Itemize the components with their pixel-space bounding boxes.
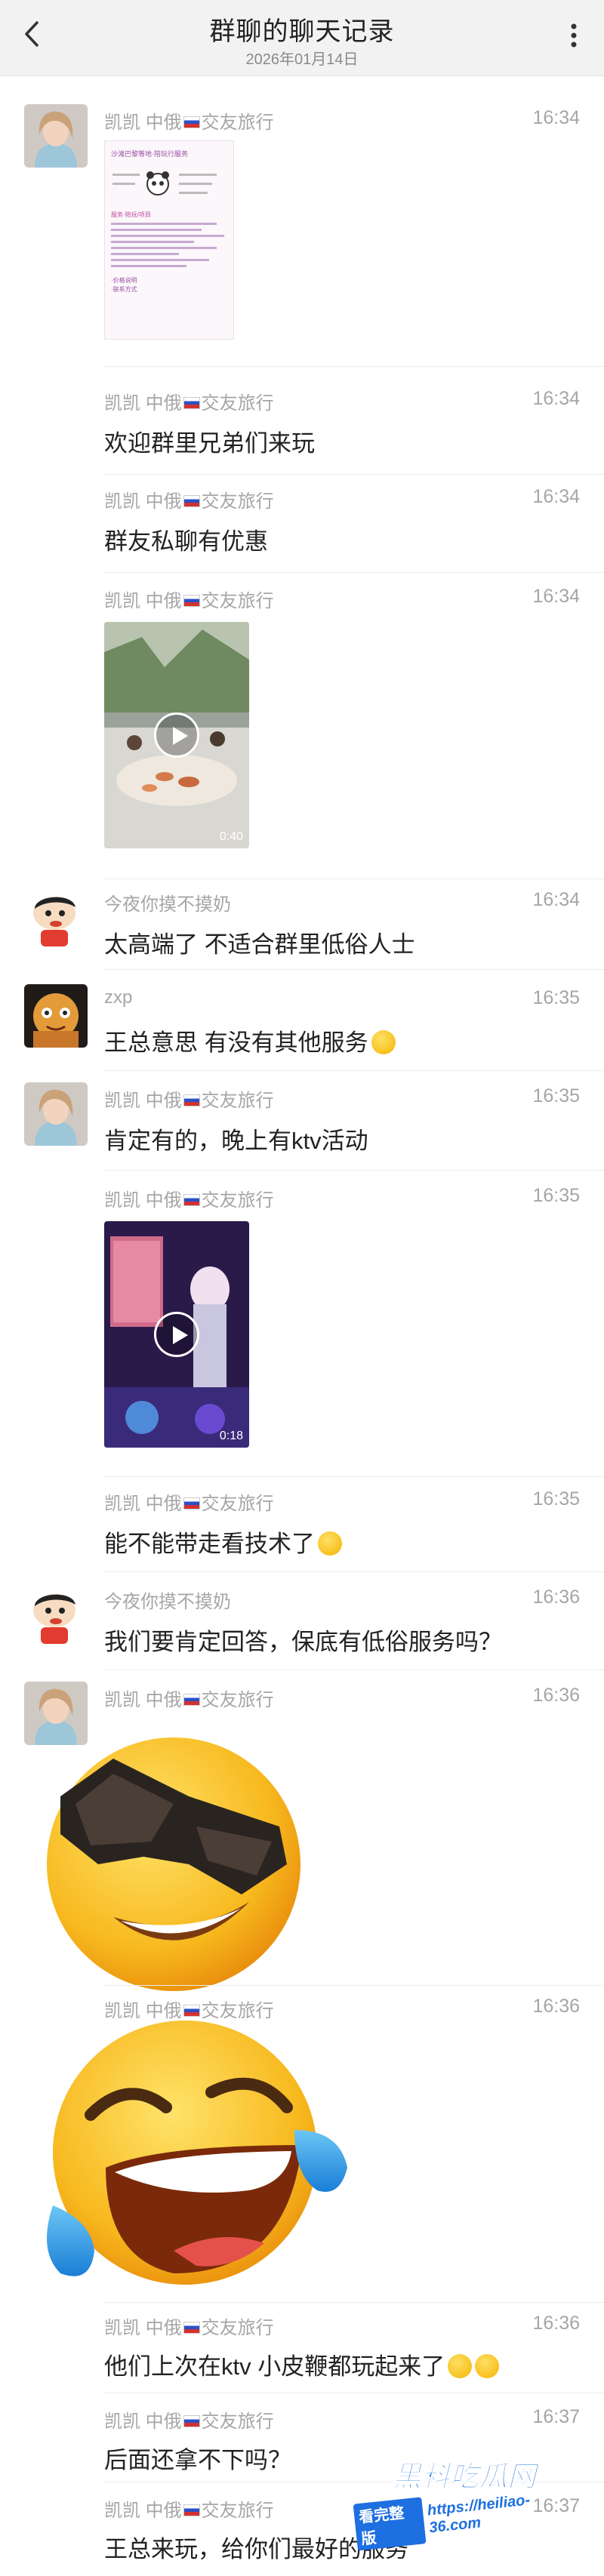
grin-emoji-icon	[475, 2353, 500, 2378]
avatar-zxp[interactable]	[24, 984, 88, 1048]
play-icon[interactable]	[154, 1312, 199, 1357]
russia-flag-icon	[183, 1193, 200, 1206]
poster-line: ·价格说明	[111, 277, 137, 284]
russia-flag-icon	[183, 2504, 200, 2516]
play-icon[interactable]	[154, 712, 199, 758]
top-bar: 群聊的聊天记录 2026年01月14日	[0, 0, 604, 76]
avatar-kaikai[interactable]	[24, 1082, 88, 1146]
thinking-emoji-icon	[371, 1029, 396, 1054]
divider	[104, 572, 604, 573]
message-time: 16:36	[532, 2313, 580, 2334]
grin-emoji-icon	[448, 2353, 473, 2378]
message-time: 16:36	[532, 1996, 580, 2017]
divider	[104, 1170, 604, 1171]
video-duration: 0:18	[219, 1430, 243, 1442]
divider	[104, 1571, 604, 1572]
video-thumbnail[interactable]: 0:40	[104, 622, 249, 848]
more-options-icon[interactable]	[559, 17, 589, 54]
divider	[104, 969, 604, 970]
message-time: 16:36	[532, 1685, 580, 1706]
message-time: 16:37	[532, 2406, 580, 2427]
sender-name: 凯凯 中俄 交友旅行	[104, 2411, 274, 2432]
message-time: 16:34	[532, 486, 580, 507]
russia-flag-icon	[183, 115, 200, 128]
sender-name: 今夜你摸不摸奶	[104, 894, 231, 915]
message-text: 太高端了 不适合群里低俗人士	[104, 931, 415, 958]
thinking-emoji-icon	[318, 1531, 342, 1556]
divider	[104, 1476, 604, 1477]
site-watermark: 黑料吃瓜网 看完整版 https://heiliao-36.com	[347, 2453, 581, 2551]
russia-flag-icon	[183, 2321, 200, 2334]
poster-line: 服务·陪玩/项目	[111, 211, 151, 218]
message-text: 能不能带走看技术了	[104, 1525, 342, 1559]
message-text: 欢迎群里兄弟们来玩	[104, 430, 315, 457]
russia-flag-icon	[183, 1693, 200, 1706]
sender-name: 凯凯 中俄 交友旅行	[104, 1494, 274, 1514]
sender-name: 凯凯 中俄 交友旅行	[104, 1190, 274, 1211]
message-text: 他们上次在ktv 小皮鞭都玩起来了	[104, 2347, 500, 2381]
sender-name: 凯凯 中俄 交友旅行	[104, 1091, 274, 1111]
russia-flag-icon	[183, 2414, 200, 2427]
message-text: 后面还拿不下吗？	[104, 2447, 291, 2473]
avatar-crayon-shin-chan[interactable]	[24, 1583, 88, 1647]
sender-name: zxp	[104, 987, 133, 1008]
laughing-tears-emoji-sticker[interactable]	[23, 2002, 355, 2304]
sender-name: 凯凯 中俄 交友旅行	[104, 112, 274, 133]
russia-flag-icon	[183, 494, 200, 507]
message-time: 16:34	[532, 889, 580, 910]
watermark-sub: 看完整版	[353, 2497, 427, 2551]
poster-title: 沙滩巴黎等地·陪玩行服务	[111, 150, 188, 158]
sender-name: 今夜你摸不摸奶	[104, 1592, 231, 1612]
poster-image[interactable]: 沙滩巴黎等地·陪玩行服务 服务·陪玩/项目 ·价格说明 ·联系方式	[104, 140, 234, 340]
sender-name: 凯凯 中俄 交友旅行	[104, 393, 274, 414]
poster-text-lines	[111, 223, 224, 267]
russia-flag-icon	[183, 1094, 200, 1106]
sender-name: 凯凯 中俄 交友旅行	[104, 591, 274, 611]
russia-flag-icon	[183, 396, 200, 409]
video-thumbnail[interactable]: 0:18	[104, 1221, 249, 1448]
divider	[104, 366, 604, 367]
message-time: 16:34	[532, 388, 580, 409]
message-time: 16:34	[532, 107, 580, 128]
message-time: 16:35	[532, 1488, 580, 1510]
message-time: 16:34	[532, 586, 580, 607]
page-title: 群聊的聊天记录	[209, 17, 395, 46]
message-text: 我们要肯定回答，保底有低俗服务吗？	[104, 1629, 502, 1655]
russia-flag-icon	[183, 594, 200, 607]
message-time: 16:36	[532, 1587, 580, 1608]
message-text: 肯定有的，晚上有ktv活动	[104, 1128, 368, 1154]
panda-icon	[112, 171, 217, 195]
sender-name: 凯凯 中俄 交友旅行	[104, 2501, 274, 2521]
russia-flag-icon	[183, 1497, 200, 1510]
divider	[104, 1985, 604, 1986]
message-text: 王总意思 有没有其他服务	[104, 1023, 396, 1057]
message-text: 群友私聊有优惠	[104, 528, 268, 555]
chat-date: 2026年01月14日	[245, 51, 359, 68]
message-time: 16:35	[532, 987, 580, 1008]
watermark-url: https://heiliao-36.com	[426, 2491, 532, 2537]
avatar-crayon-shin-chan[interactable]	[24, 886, 88, 949]
avatar-kaikai[interactable]	[24, 104, 88, 168]
divider	[104, 1070, 604, 1071]
poster-line: ·联系方式	[111, 286, 137, 293]
sender-name: 凯凯 中俄 交友旅行	[104, 491, 274, 512]
divider	[104, 474, 604, 475]
message-time: 16:35	[532, 1185, 580, 1206]
sunglasses-emoji-sticker[interactable]	[30, 1713, 317, 2000]
sender-name: 凯凯 中俄 交友旅行	[104, 2318, 274, 2338]
sender-name: 凯凯 中俄 交友旅行	[104, 1690, 274, 1710]
video-duration: 0:40	[219, 830, 243, 843]
divider	[104, 2302, 604, 2303]
message-time: 16:35	[532, 1085, 580, 1106]
